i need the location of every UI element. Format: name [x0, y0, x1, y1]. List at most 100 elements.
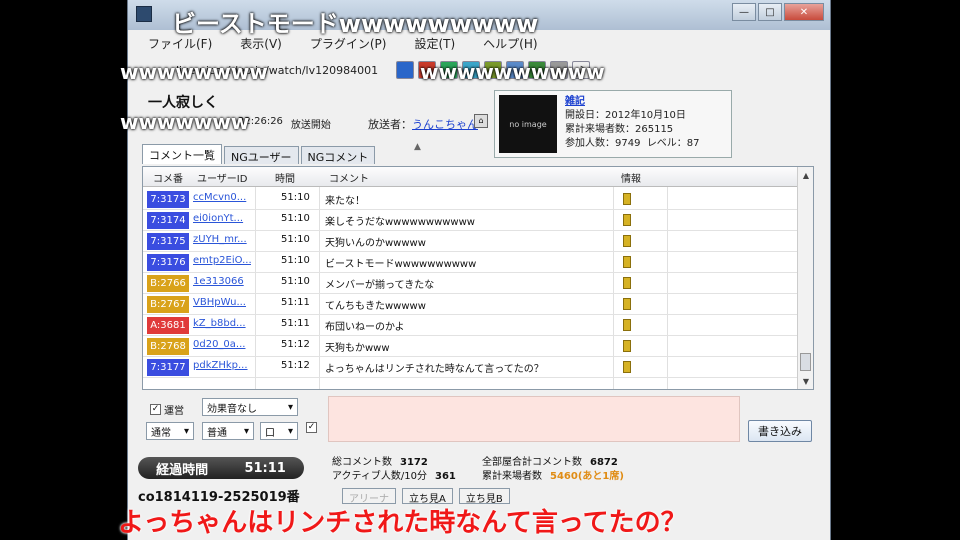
comment-number: 7:3176	[147, 254, 189, 271]
tab-comment-list[interactable]: コメント一覧	[142, 144, 222, 164]
comment-time: 51:10	[281, 255, 310, 266]
community-opened: 開設日：2012年10月10日	[565, 110, 686, 121]
grid-scrollbar[interactable]: ▲ ▼	[797, 167, 813, 389]
size-select[interactable]: 普通 ▾	[202, 422, 254, 440]
color-select[interactable]: 口 ▾	[260, 422, 298, 440]
elapsed-time: 経過時間 51:11	[138, 457, 304, 479]
info-flag-icon[interactable]	[623, 361, 631, 373]
broadcast-title: 一人寂しく	[148, 95, 218, 111]
scroll-up-icon[interactable]: ▲	[798, 167, 814, 183]
table-row[interactable]: A:3681 kZ_b8bd... 51:11 布団いねーのかよ	[143, 315, 799, 336]
overlay-comment-title: ビーストモードwwwwwwwww	[172, 10, 539, 38]
header-uid[interactable]: ユーザーID	[197, 170, 247, 185]
comment-text: 楽しそうだなwwwwwwwwwww	[325, 217, 475, 228]
comment-composer: ✓ 運営 効果音なし ▾ 通常 ▾ 普通 ▾ 口 ▾ ✓ 書き込み	[142, 396, 814, 448]
user-id-link[interactable]: zUYH_mr...	[193, 234, 251, 245]
submit-button[interactable]: 書き込み	[748, 420, 812, 442]
tab-ng-user[interactable]: NGユーザー	[224, 146, 299, 164]
user-id-link[interactable]: ccMcvn0...	[193, 192, 251, 203]
comment-number: A:3681	[147, 317, 189, 334]
total-comments-label: 総コメント数	[332, 457, 392, 468]
elapsed-label: 経過時間	[156, 462, 209, 478]
user-id-link[interactable]: VBHpWu...	[193, 297, 251, 308]
comment-number: 7:3174	[147, 212, 189, 229]
info-flag-icon[interactable]	[623, 340, 631, 352]
window-controls: — □ ✕	[732, 3, 824, 21]
info-flag-icon[interactable]	[623, 193, 631, 205]
visitors-count: 5460(あと1席)	[550, 471, 624, 482]
total-comments: 3172	[400, 457, 428, 468]
community-level: レベル：87	[646, 138, 700, 149]
broadcaster-profile-icon[interactable]: ⌂	[474, 114, 488, 128]
comment-number: B:2768	[147, 338, 189, 355]
anonymous-checkbox[interactable]: ✓	[306, 422, 317, 433]
community-info: 雑記 開設日：2012年10月10日 累計来場者数：265115 参加人数：97…	[565, 95, 700, 151]
scroll-thumb[interactable]	[800, 353, 811, 371]
user-id-link[interactable]: kZ_b8bd...	[193, 318, 251, 329]
app-icon	[136, 6, 152, 22]
overlay-comment: wwwwwwww	[120, 60, 268, 84]
table-row[interactable]: B:2768 0d20_0a... 51:12 天狗もかwww	[143, 336, 799, 357]
header-no[interactable]: コメ番	[153, 170, 183, 185]
community-members-level: 参加人数：9749 レベル：87	[565, 137, 700, 151]
tab-ng-comment[interactable]: NGコメント	[300, 146, 376, 164]
checkbox-icon[interactable]: ✓	[306, 422, 317, 433]
scroll-down-icon[interactable]: ▼	[798, 373, 814, 389]
table-row[interactable]: 7:3177 pdkZHkp... 51:12 よっちゃんはリンチされた時なんて言って…	[143, 357, 799, 378]
comment-stats: 総コメント数 3172 アクティブ人数/10分 361	[332, 456, 456, 484]
comment-tabs: コメント一覧 NGユーザー NGコメント	[142, 144, 376, 164]
user-id-link[interactable]: emtp2EiO...	[193, 255, 251, 266]
mode-select[interactable]: 通常 ▾	[146, 422, 194, 440]
info-flag-icon[interactable]	[623, 319, 631, 331]
all-rooms-label: 全部屋合計コメント数	[482, 457, 582, 468]
comment-time: 51:10	[281, 192, 310, 203]
table-row[interactable]: 7:3176 emtp2EiO... 51:10 ビーストモードwwwwwwwwww	[143, 252, 799, 273]
collapse-arrow-icon[interactable]: ▲	[414, 142, 421, 152]
header-info[interactable]: 情報	[621, 170, 641, 185]
community-name[interactable]: 雑記	[565, 95, 700, 109]
broadcaster-link[interactable]: うんこちゃん	[412, 118, 478, 131]
room-stats: 全部屋合計コメント数 6872 累計来場者数 5460(あと1席)	[482, 456, 624, 484]
color-value: 口	[265, 427, 275, 439]
close-button[interactable]: ✕	[784, 3, 824, 21]
chevron-down-icon: ▾	[287, 425, 293, 437]
overlay-comment: wwwwwwwwww	[420, 60, 605, 84]
header-comment[interactable]: コメント	[329, 170, 369, 185]
effect-select[interactable]: 効果音なし ▾	[202, 398, 298, 416]
table-row[interactable]: 7:3173 ccMcvn0... 51:10 来たな！	[143, 189, 799, 210]
info-flag-icon[interactable]	[623, 298, 631, 310]
user-id-link[interactable]: pdkZHkp...	[193, 360, 251, 371]
info-flag-icon[interactable]	[623, 277, 631, 289]
comment-time: 51:12	[281, 339, 310, 350]
table-row[interactable]: B:2767 VBHpWu... 51:11 てんちもきたwwwww	[143, 294, 799, 315]
all-rooms-count: 6872	[590, 457, 618, 468]
comment-number: 7:3177	[147, 359, 189, 376]
comment-time: 51:10	[281, 213, 310, 224]
checkbox-icon[interactable]: ✓	[150, 404, 161, 415]
community-panel: no image 雑記 開設日：2012年10月10日 累計来場者数：26511…	[494, 90, 732, 158]
comment-number: 7:3173	[147, 191, 189, 208]
save-icon[interactable]	[396, 61, 414, 79]
community-thumbnail[interactable]: no image	[499, 95, 557, 153]
info-flag-icon[interactable]	[623, 256, 631, 268]
info-flag-icon[interactable]	[623, 214, 631, 226]
chevron-down-icon: ▾	[243, 425, 249, 437]
comment-input[interactable]	[328, 396, 740, 442]
broadcaster: 放送者：うんこちゃん	[368, 116, 478, 132]
active-count: 361	[435, 471, 456, 482]
overlay-comment-bottom: よっちゃんはリンチされた時なんて言ってたの？	[118, 508, 687, 538]
table-row[interactable]: B:2766 1e313066 51:10 メンバーが揃ってきたな	[143, 273, 799, 294]
maximize-button[interactable]: □	[758, 3, 782, 21]
minimize-button[interactable]: —	[732, 3, 756, 21]
comment-number: B:2766	[147, 275, 189, 292]
visitors-label: 累計来場者数	[482, 471, 542, 482]
user-id-link[interactable]: ei0ionYt...	[193, 213, 251, 224]
operator-checkbox[interactable]: ✓ 運営	[150, 402, 184, 417]
user-id-link[interactable]: 1e313066	[193, 276, 251, 287]
comment-number: B:2767	[147, 296, 189, 313]
table-row[interactable]: 7:3175 zUYH_mr... 51:10 天狗いんのかwwwww	[143, 231, 799, 252]
header-time[interactable]: 時間	[275, 170, 295, 185]
table-row[interactable]: 7:3174 ei0ionYt... 51:10 楽しそうだなwwwwwwwwwww	[143, 210, 799, 231]
user-id-link[interactable]: 0d20_0a...	[193, 339, 251, 350]
info-flag-icon[interactable]	[623, 235, 631, 247]
